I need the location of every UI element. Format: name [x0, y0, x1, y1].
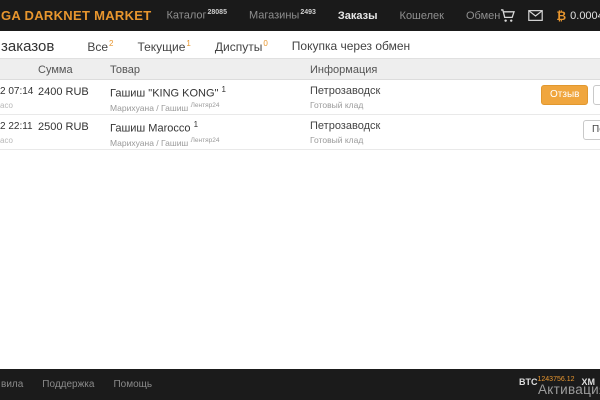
topbar: GA DARKNET MARKET Каталог28085 Магазины2…	[0, 0, 600, 31]
column-header-info: Информация	[310, 64, 377, 76]
order-date-sub: асо	[0, 101, 33, 110]
menu-item-exchange[interactable]: Обмен	[466, 10, 500, 22]
product-category: Марихуана / Гашиш Лентяр24	[110, 102, 226, 113]
vendor-sup[interactable]: Лентяр24	[191, 137, 220, 144]
product-quantity-sup: 1	[222, 85, 226, 94]
footer-link-rules[interactable]: вила	[1, 379, 23, 390]
menu-item-orders[interactable]: Заказы	[338, 10, 378, 22]
tab-all-count: 2	[109, 39, 113, 48]
tab-purchase-via-exchange[interactable]: Покупка через обмен	[292, 39, 410, 53]
tab-all[interactable]: Все2	[87, 39, 113, 54]
cart-icon[interactable]	[500, 9, 515, 23]
footer-links: вила Поддержка Помощь	[1, 379, 152, 390]
orders-tabs-bar: заказов Все2 Текущие1 Диспуты0 Покупка ч…	[0, 31, 600, 58]
column-header-product: Товар	[110, 64, 140, 76]
order-stock-type: Готовый клад	[310, 100, 380, 110]
product-link[interactable]: Гашиш Marocco	[110, 123, 191, 135]
messages-envelope-icon[interactable]	[528, 10, 543, 21]
order-actions: Пока	[583, 120, 600, 140]
column-header-sum: Сумма	[38, 64, 73, 76]
shops-count-badge: 2493	[300, 9, 316, 16]
order-date: 2 07:14	[0, 86, 33, 97]
tab-disputes[interactable]: Диспуты0	[215, 39, 268, 54]
activation-watermark: Активация	[538, 382, 600, 397]
product-link[interactable]: Гашиш "KING KONG"	[110, 88, 218, 100]
tab-disputes-count: 0	[263, 39, 267, 48]
topbar-right: ₿ 0.0004 dewa76 (	[500, 9, 600, 23]
market-logo[interactable]: GA DARKNET MARKET	[1, 8, 152, 23]
top-menu: Каталог28085 Магазины2493 Заказы Кошелек…	[167, 9, 501, 22]
menu-item-catalog[interactable]: Каталог28085	[167, 9, 227, 22]
order-row: 2 07:14 асо 2400 RUB Гашиш "KING KONG" 1…	[0, 80, 600, 115]
order-date-cell: 2 22:11 асо	[0, 121, 33, 145]
order-info-cell: Петрозаводск Готовый клад	[310, 120, 380, 145]
order-stock-type: Готовый клад	[310, 135, 380, 145]
product-category: Марихуана / Гашиш Лентяр24	[110, 137, 219, 148]
order-info-cell: Петрозаводск Готовый клад	[310, 85, 380, 110]
order-row: 2 22:11 асо 2500 RUB Гашиш Marocco 1 Мар…	[0, 115, 600, 150]
bitcoin-icon: ₿	[556, 9, 566, 23]
order-date-sub: асо	[0, 136, 33, 145]
footer: вила Поддержка Помощь BTC1243756.12XM Ак…	[0, 369, 600, 400]
order-city: Петрозаводск	[310, 120, 380, 132]
tab-current[interactable]: Текущие1	[137, 39, 190, 54]
review-button[interactable]: Отзыв	[541, 85, 588, 105]
order-city: Петрозаводск	[310, 85, 380, 97]
menu-item-wallet[interactable]: Кошелек	[400, 10, 444, 22]
order-sum: 2500 RUB	[38, 121, 89, 133]
catalog-count-badge: 28085	[208, 9, 227, 16]
order-date: 2 22:11	[0, 121, 33, 132]
show-button[interactable]: Пока	[583, 120, 600, 140]
menu-item-shops[interactable]: Магазины2493	[249, 9, 316, 22]
footer-link-support[interactable]: Поддержка	[42, 379, 94, 390]
order-filter-tabs: Все2 Текущие1 Диспуты0 Покупка через обм…	[87, 39, 410, 54]
order-product-cell: Гашиш Marocco 1 Марихуана / Гашиш Лентяр…	[110, 120, 219, 147]
show-button[interactable]: Пока	[593, 85, 600, 105]
footer-link-help[interactable]: Помощь	[113, 379, 152, 390]
product-quantity-sup: 1	[194, 120, 198, 129]
wallet-balance[interactable]: ₿ 0.0004	[556, 9, 600, 23]
orders-table-header: Сумма Товар Информация	[0, 58, 600, 80]
order-product-cell: Гашиш "KING KONG" 1 Марихуана / Гашиш Ле…	[110, 85, 226, 112]
btc-rate-label: BTC	[519, 377, 538, 387]
tab-current-count: 1	[186, 39, 190, 48]
vendor-sup[interactable]: Лентяр24	[191, 102, 220, 109]
balance-value: 0.0004	[570, 10, 600, 22]
order-sum: 2400 RUB	[38, 86, 89, 98]
order-date-cell: 2 07:14 асо	[0, 86, 33, 110]
page-title: заказов	[1, 38, 54, 55]
order-actions: Отзыв Пока	[541, 85, 600, 105]
